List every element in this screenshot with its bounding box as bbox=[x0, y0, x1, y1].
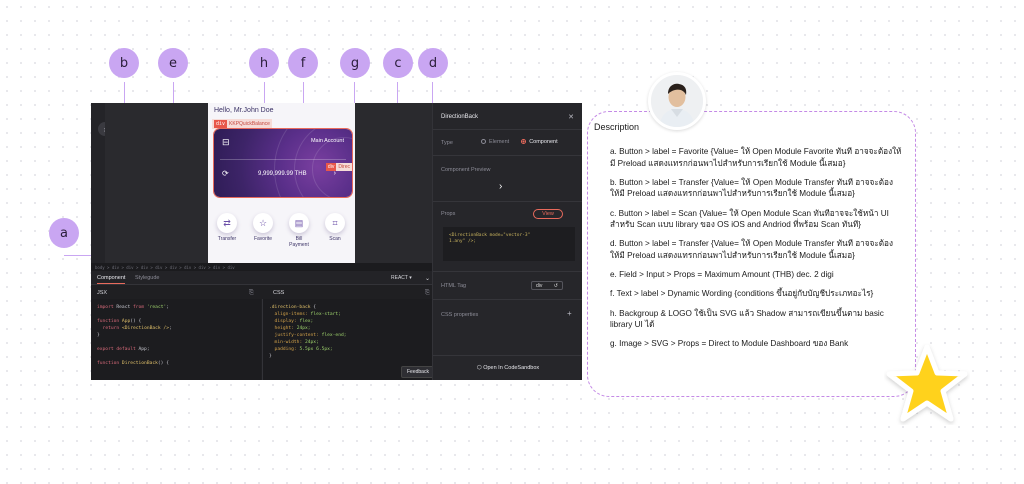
transfer-label: Transfer bbox=[217, 236, 237, 242]
description-list: a. Button > label = Favorite {Value= ให้… bbox=[610, 146, 902, 357]
direction-tag-name: Direc bbox=[336, 163, 352, 171]
callout-e: e bbox=[158, 48, 188, 78]
codesandbox-window: › Hello, Mr.John Doe div KKPQuickBalance… bbox=[91, 103, 582, 380]
copy-jsx-icon[interactable]: ⎘ bbox=[249, 290, 254, 297]
description-item: a. Button > label = Favorite {Value= ให้… bbox=[610, 147, 902, 168]
props-panel: DirectionBack ✕ Type Element Component C… bbox=[432, 103, 582, 380]
framework-select[interactable]: REACT ▾ bbox=[391, 275, 412, 281]
component-tag-div: div bbox=[214, 120, 228, 128]
avatar bbox=[648, 72, 706, 130]
props-code-line-2: 1.any" />; bbox=[449, 239, 477, 244]
feedback-button[interactable]: Feedback bbox=[401, 366, 435, 378]
star-sticker-icon bbox=[886, 344, 968, 422]
jsx-code-pane[interactable]: import React from 'react'; function App(… bbox=[91, 299, 261, 380]
open-codesandbox-button[interactable]: ⬡ Open In CodeSandbox bbox=[433, 365, 582, 371]
description-item: d. Button > label = Transfer {Value= ให้… bbox=[610, 239, 893, 260]
eye-toggle-icon[interactable]: ⟳ bbox=[222, 169, 229, 178]
description-card: Description a. Button > label = Favorite… bbox=[587, 111, 916, 397]
preview-label: Component Preview bbox=[441, 167, 491, 173]
transfer-button[interactable]: ⇄ Transfer bbox=[212, 213, 242, 242]
description-title: Description bbox=[594, 122, 640, 132]
framework-value: REACT bbox=[391, 275, 408, 281]
close-icon[interactable]: ✕ bbox=[568, 113, 574, 121]
callout-g: g bbox=[340, 48, 370, 78]
tab-component[interactable]: Component bbox=[97, 275, 126, 284]
direction-tag-div: div bbox=[325, 163, 337, 171]
phone-preview: Hello, Mr.John Doe div KKPQuickBalance ⊟… bbox=[208, 103, 355, 263]
props-label: Props bbox=[441, 211, 456, 217]
callout-d: d bbox=[418, 48, 448, 78]
bill-payment-button[interactable]: ▤ Bill Payment bbox=[284, 213, 314, 248]
direction-tag: div Direc bbox=[325, 163, 352, 171]
chevron-right-icon[interactable]: › bbox=[334, 170, 336, 177]
type-option-element[interactable]: Element bbox=[481, 139, 509, 145]
preview-canvas: Hello, Mr.John Doe div KKPQuickBalance ⊟… bbox=[105, 103, 432, 263]
bill-icon: ▤ bbox=[289, 213, 309, 233]
scan-label: Scan bbox=[329, 236, 341, 242]
favorite-button[interactable]: ☆ Favorite bbox=[248, 213, 278, 242]
description-item: g. Image > SVG > Props = Direct to Modul… bbox=[610, 339, 849, 349]
caret-down-icon: ▾ bbox=[409, 275, 412, 281]
editor-tabs-bar: Component Stylegude bbox=[91, 271, 432, 285]
add-css-property-icon[interactable]: + bbox=[567, 309, 572, 318]
css-properties-label: CSS properties bbox=[441, 312, 479, 318]
balance-amount: 9,999,999.99 THB bbox=[258, 171, 307, 177]
callout-c: c bbox=[383, 48, 413, 78]
type-label: Type bbox=[441, 140, 453, 146]
greeting-text: Hello, Mr.John Doe bbox=[214, 107, 274, 114]
component-tag-name: KKPQuickBalance bbox=[229, 121, 270, 127]
type-option-component[interactable]: Component bbox=[521, 139, 558, 145]
html-tag-select[interactable]: div ↺ bbox=[531, 281, 563, 290]
html-tag-label: HTML Tag bbox=[441, 283, 467, 289]
css-header: CSS bbox=[273, 290, 285, 296]
dom-breadcrumb[interactable]: body > div > div > div > div > div > div… bbox=[91, 263, 432, 271]
star-icon: ☆ bbox=[253, 213, 273, 233]
scan-icon: ⌗ bbox=[325, 213, 345, 233]
description-item: h. Backgroup & LOGO ใช้เป็น SVG แล้ว Sha… bbox=[610, 308, 884, 330]
props-code-block: <DirectionBack mode="vector-3" 1.any" />… bbox=[443, 227, 575, 261]
callout-b: b bbox=[109, 48, 139, 78]
callout-a: a bbox=[49, 218, 79, 248]
tab-stylegude[interactable]: Stylegude bbox=[135, 275, 159, 281]
description-item: e. Field > Input > Props = Maximum Amoun… bbox=[610, 270, 834, 280]
favorite-label: Favorite bbox=[253, 236, 273, 242]
type-radio-group: Element Component bbox=[481, 139, 558, 145]
copy-css-icon[interactable]: ⎘ bbox=[425, 290, 430, 297]
scan-button[interactable]: ⌗ Scan bbox=[320, 213, 350, 242]
description-item: c. Button > label = Scan {Value= ให้ Ope… bbox=[610, 208, 889, 230]
bill-payment-label: Bill Payment bbox=[289, 236, 309, 248]
callout-h: h bbox=[249, 48, 279, 78]
refresh-icon: ↺ bbox=[553, 282, 558, 289]
view-button[interactable]: View bbox=[533, 209, 563, 219]
component-tag: div KKPQuickBalance bbox=[212, 119, 272, 129]
panel-title: DirectionBack bbox=[441, 114, 479, 120]
description-item: b. Button > label = Transfer {Value= ให้… bbox=[610, 177, 893, 199]
transfer-icon: ⇄ bbox=[217, 213, 237, 233]
callout-f: f bbox=[288, 48, 318, 78]
card-divider bbox=[220, 159, 346, 160]
jsx-header: JSX bbox=[97, 290, 108, 296]
balance-card[interactable]: ⊟ Main Account ⟳ 9,999,999.99 THB › div … bbox=[213, 128, 353, 198]
preview-chevron-icon: › bbox=[499, 181, 503, 192]
account-label: Main Account bbox=[310, 138, 344, 144]
collapse-panel-icon[interactable]: ⌄ bbox=[425, 275, 430, 282]
bank-logo-icon: ⊟ bbox=[222, 137, 230, 147]
description-item: f. Text > label > Dynamic Wording {condi… bbox=[610, 289, 874, 299]
code-headers: JSX ⎘ CSS ⎘ bbox=[91, 285, 432, 299]
